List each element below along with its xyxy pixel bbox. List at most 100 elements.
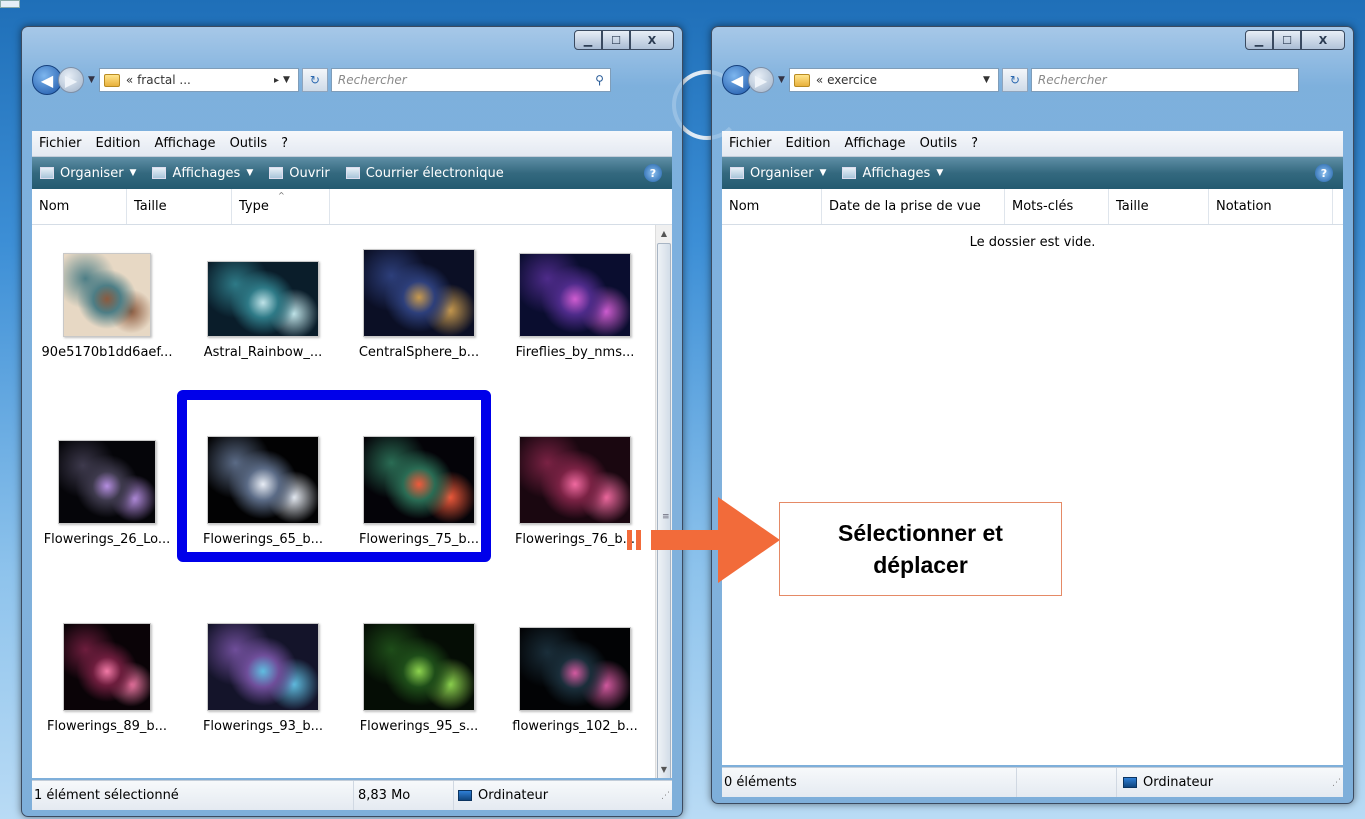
maximize-button[interactable]: ☐ — [602, 30, 630, 50]
vertical-scrollbar[interactable]: ▲ ≡ ▼ — [655, 225, 672, 778]
file-name-label: Astral_Rainbow_... — [203, 345, 323, 360]
help-icon[interactable]: ? — [1315, 164, 1333, 182]
file-name-label: flowerings_102_b... — [512, 719, 638, 734]
image-thumbnail — [363, 249, 475, 337]
minimize-button[interactable]: ▁ — [574, 30, 602, 50]
address-path: « exercice — [815, 73, 877, 87]
resize-grip-icon[interactable]: ⋰ — [661, 791, 670, 801]
organize-button[interactable]: Organiser ▼ — [40, 166, 136, 181]
column-rating[interactable]: Notation — [1209, 189, 1333, 224]
thumbnail-frame — [32, 233, 182, 337]
file-name-label: 90e5170b1dd6aef... — [41, 345, 173, 360]
file-item[interactable]: Flowerings_95_s... — [344, 607, 494, 734]
chevron-down-icon: ▼ — [129, 168, 137, 178]
column-type[interactable]: Type ^ — [232, 189, 330, 224]
forward-button[interactable]: ▶ — [748, 67, 774, 93]
scrollbar-thumb[interactable]: ≡ — [657, 243, 671, 778]
recent-pages-dropdown[interactable]: ▼ — [88, 75, 95, 85]
column-tags[interactable]: Mots-clés — [1005, 189, 1109, 224]
status-location: Ordinateur — [454, 781, 548, 810]
thumbnail-frame — [188, 607, 338, 711]
address-bar[interactable]: « fractal ... ▸ ▼ — [98, 68, 299, 92]
thumbnail-frame — [500, 607, 650, 711]
command-toolbar: Organiser ▼ Affichages ▼ ? — [722, 157, 1343, 189]
address-dropdown-icon[interactable]: ▼ — [283, 75, 290, 85]
command-toolbar: Organiser ▼ Affichages ▼ Ouvrir Courrier é… — [32, 157, 672, 189]
email-icon — [345, 167, 360, 179]
address-dropdown-icon[interactable]: ▼ — [983, 75, 990, 85]
chevron-down-icon: ▼ — [246, 168, 254, 178]
thumbnail-frame — [344, 233, 494, 337]
minimize-button[interactable]: ▁ — [1245, 30, 1273, 50]
open-button[interactable]: Ouvrir — [269, 166, 330, 181]
menu-tools[interactable]: Outils — [223, 136, 275, 151]
views-button[interactable]: Affichages ▼ — [842, 166, 943, 181]
email-button[interactable]: Courrier électronique — [345, 166, 504, 181]
menu-view[interactable]: Affichage — [147, 136, 222, 151]
maximize-button[interactable]: ☐ — [1273, 30, 1301, 50]
file-item[interactable]: 90e5170b1dd6aef... — [32, 233, 182, 360]
file-item[interactable]: Flowerings_89_b... — [32, 607, 182, 734]
menu-help[interactable]: ? — [274, 136, 295, 151]
file-item[interactable]: Astral_Rainbow_... — [188, 233, 338, 360]
search-placeholder: Rechercher — [1037, 73, 1107, 87]
column-size[interactable]: Taille — [127, 189, 232, 224]
organize-button[interactable]: Organiser ▼ — [730, 166, 826, 181]
thumbnail-frame — [188, 233, 338, 337]
menu-view[interactable]: Affichage — [837, 136, 912, 151]
search-box[interactable]: Rechercher — [1030, 68, 1299, 92]
menu-edit[interactable]: Edition — [89, 136, 148, 151]
scroll-down-icon[interactable]: ▼ — [656, 761, 672, 778]
menu-tools[interactable]: Outils — [913, 136, 965, 151]
close-button[interactable]: X — [630, 30, 674, 50]
status-selection-text: 1 élément sélectionné — [34, 788, 179, 803]
file-item[interactable]: Flowerings_76_b... — [500, 420, 650, 547]
recent-pages-dropdown[interactable]: ▼ — [778, 75, 785, 85]
refresh-button[interactable]: ↻ — [301, 68, 328, 92]
refresh-button[interactable]: ↻ — [1001, 68, 1028, 92]
column-name-label: Nom — [39, 199, 70, 214]
menu-help[interactable]: ? — [964, 136, 985, 151]
file-item[interactable]: Flowerings_26_Lo... — [32, 420, 182, 547]
close-button[interactable]: X — [1301, 30, 1345, 50]
search-box[interactable]: Rechercher ⚲ — [330, 68, 611, 92]
menu-file[interactable]: Fichier — [722, 136, 779, 151]
scroll-up-icon[interactable]: ▲ — [656, 225, 672, 242]
menu-file[interactable]: Fichier — [32, 136, 89, 151]
thumbnail-frame — [500, 420, 650, 524]
desktop-corner-element — [0, 0, 20, 8]
status-bar: 1 élément sélectionné 8,83 Mo Ordinateur… — [32, 780, 672, 810]
column-name-label: Nom — [729, 199, 760, 214]
forward-button[interactable]: ▶ — [58, 67, 84, 93]
column-date-taken[interactable]: Date de la prise de vue — [822, 189, 1005, 224]
thumbnail-frame — [32, 420, 182, 524]
column-name[interactable]: Nom — [32, 189, 127, 224]
resize-grip-icon[interactable]: ⋰ — [1332, 778, 1341, 788]
organize-label: Organiser — [750, 165, 814, 181]
column-tags-label: Mots-clés — [1012, 199, 1074, 214]
file-item[interactable]: flowerings_102_b... — [500, 607, 650, 734]
computer-icon — [458, 790, 472, 801]
file-item[interactable]: Fireflies_by_nms... — [500, 233, 650, 360]
navigation-row: ◀ ▶ ▼ « exercice ▼ ↻ Rechercher — [722, 63, 1343, 97]
views-button[interactable]: Affichages ▼ — [152, 166, 253, 181]
image-thumbnail — [519, 436, 631, 524]
column-name[interactable]: Nom — [722, 189, 822, 224]
file-item[interactable]: CentralSphere_b... — [344, 233, 494, 360]
breadcrumb-chevron-icon[interactable]: ▸ — [274, 75, 279, 86]
status-location: Ordinateur — [1117, 768, 1213, 797]
thumbnail-frame — [500, 233, 650, 337]
help-icon[interactable]: ? — [644, 164, 662, 182]
status-bar: 0 éléments Ordinateur ⋰ — [722, 767, 1343, 797]
menu-edit[interactable]: Edition — [779, 136, 838, 151]
move-arrow-shaft — [651, 530, 721, 550]
status-count: 0 éléments — [722, 768, 1017, 797]
menu-bar: Fichier Edition Affichage Outils ? — [722, 131, 1343, 157]
status-size: 8,83 Mo — [354, 781, 454, 810]
address-bar[interactable]: « exercice ▼ — [788, 68, 999, 92]
file-item[interactable]: Flowerings_93_b... — [188, 607, 338, 734]
column-size[interactable]: Taille — [1109, 189, 1209, 224]
search-icon[interactable]: ⚲ — [595, 73, 604, 87]
status-spacer — [1017, 768, 1117, 797]
column-size-label: Taille — [1116, 199, 1149, 214]
